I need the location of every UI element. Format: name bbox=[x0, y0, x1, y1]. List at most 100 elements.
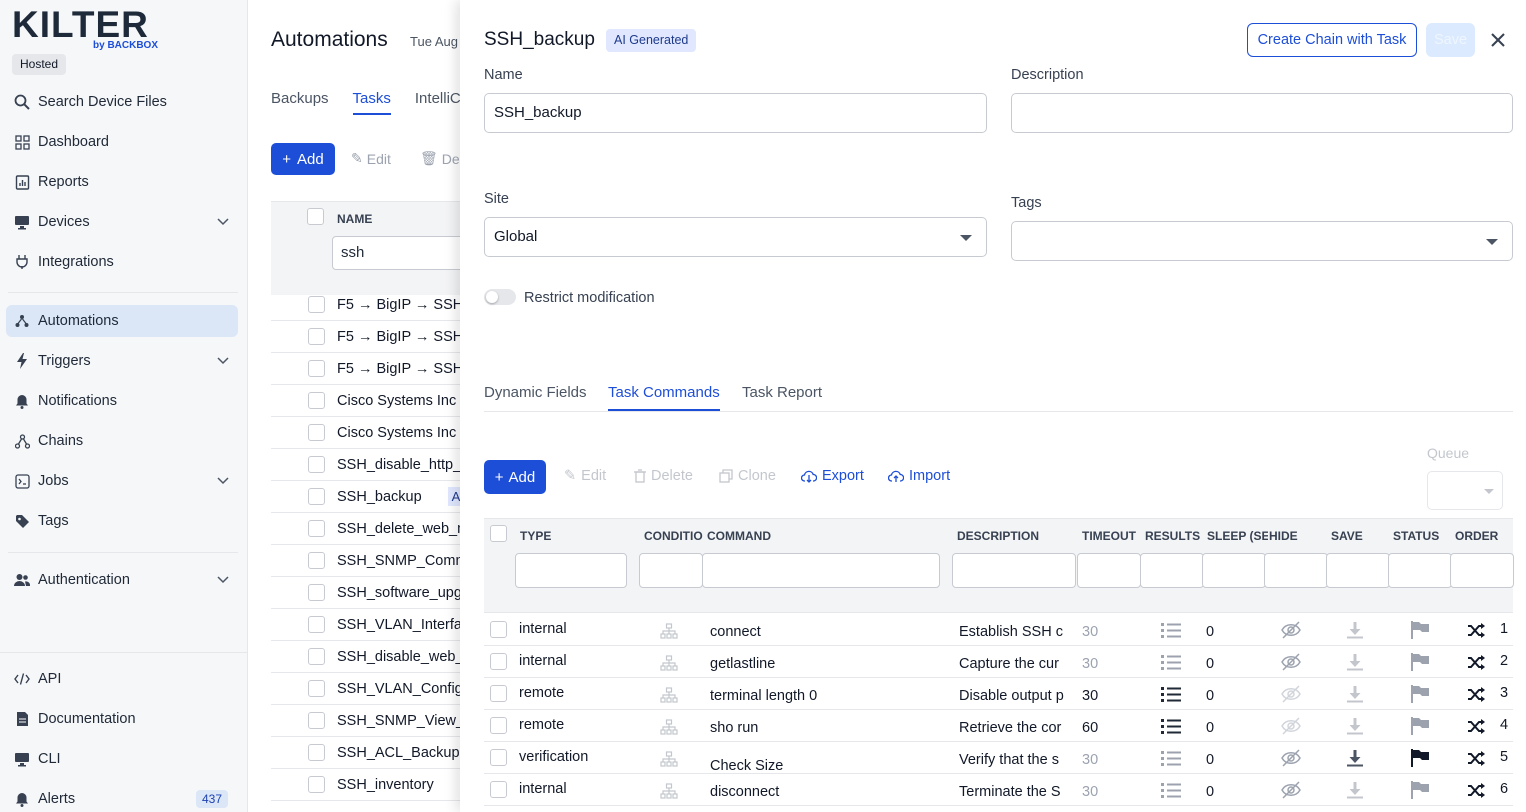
list-icon[interactable] bbox=[1161, 654, 1181, 671]
sidebar-item-integrations[interactable]: Integrations bbox=[6, 246, 238, 278]
type-filter-input[interactable] bbox=[515, 553, 627, 588]
column-timeout-header[interactable]: TIMEOUT bbox=[1082, 529, 1142, 543]
tab-dynamic-fields[interactable]: Dynamic Fields bbox=[484, 384, 587, 409]
table-row[interactable]: F5 → BigIP → SSH bbox=[271, 321, 460, 353]
column-command-header[interactable]: COMMAND bbox=[707, 529, 937, 543]
column-name-header[interactable]: NAME bbox=[337, 212, 372, 226]
eye-off-icon[interactable] bbox=[1281, 781, 1301, 799]
eye-off-icon[interactable] bbox=[1281, 621, 1301, 639]
import-commands-button[interactable]: Import bbox=[888, 468, 950, 484]
chevron-down-icon[interactable] bbox=[216, 474, 230, 488]
list-icon[interactable] bbox=[1161, 782, 1181, 799]
flag-icon[interactable] bbox=[1410, 684, 1430, 703]
shuffle-icon[interactable] bbox=[1467, 783, 1485, 798]
download-icon[interactable] bbox=[1346, 621, 1364, 639]
sidebar-item-dashboard[interactable]: Dashboard bbox=[6, 126, 238, 158]
sidebar-item-tags[interactable]: Tags bbox=[6, 505, 238, 537]
row-checkbox[interactable] bbox=[308, 296, 325, 313]
column-type-header[interactable]: TYPE bbox=[520, 529, 620, 543]
shuffle-icon[interactable] bbox=[1467, 655, 1485, 670]
flag-icon[interactable] bbox=[1410, 652, 1430, 671]
row-checkbox[interactable] bbox=[308, 584, 325, 601]
table-row[interactable]: Cisco Systems Inc bbox=[271, 417, 460, 449]
chevron-down-icon[interactable] bbox=[216, 354, 230, 368]
command-row[interactable]: remote terminal length 0 Disable output p 3… bbox=[484, 678, 1513, 710]
chevron-down-icon[interactable] bbox=[216, 573, 230, 587]
tab-task-commands[interactable]: Task Commands bbox=[608, 384, 720, 411]
table-row[interactable]: SSH_software_upg bbox=[271, 577, 460, 609]
command-row[interactable]: internal disconnect Terminate the S 30 0 6 bbox=[484, 774, 1513, 806]
select-all-commands-checkbox[interactable] bbox=[490, 525, 507, 542]
clone-command-button[interactable]: Clone bbox=[719, 468, 776, 484]
download-icon[interactable] bbox=[1346, 717, 1364, 735]
shuffle-icon[interactable] bbox=[1467, 751, 1485, 766]
row-checkbox[interactable] bbox=[308, 424, 325, 441]
list-icon[interactable] bbox=[1161, 718, 1181, 735]
tab-backups[interactable]: Backups bbox=[271, 90, 329, 115]
description-filter-input[interactable] bbox=[952, 553, 1076, 588]
table-row[interactable]: SSH_VLAN_Config bbox=[271, 673, 460, 705]
table-row[interactable]: SSH_inventoryAI bbox=[271, 769, 460, 801]
add-command-button[interactable]: + Add bbox=[484, 460, 546, 494]
row-checkbox[interactable] bbox=[308, 712, 325, 729]
row-checkbox[interactable] bbox=[490, 749, 507, 766]
row-checkbox[interactable] bbox=[308, 680, 325, 697]
command-filter-input[interactable] bbox=[702, 553, 940, 588]
table-row[interactable]: SSH_delete_web_m bbox=[271, 513, 460, 545]
sidebar-item-automations[interactable]: Automations bbox=[6, 305, 238, 337]
row-checkbox[interactable] bbox=[308, 648, 325, 665]
sidebar-item-search-device-files[interactable]: Search Device Files bbox=[6, 86, 238, 118]
description-input[interactable] bbox=[1011, 93, 1513, 133]
download-icon[interactable] bbox=[1346, 685, 1364, 703]
table-row[interactable]: Cisco Systems Inc bbox=[271, 385, 460, 417]
column-order-header[interactable]: ORDER bbox=[1455, 529, 1513, 543]
sidebar-item-devices[interactable]: Devices bbox=[6, 206, 238, 238]
close-icon[interactable] bbox=[1488, 28, 1508, 52]
sidebar-item-reports[interactable]: Reports bbox=[6, 166, 238, 198]
row-checkbox[interactable] bbox=[490, 685, 507, 702]
table-row[interactable]: SSH_SNMP_View_C bbox=[271, 705, 460, 737]
row-checkbox[interactable] bbox=[308, 520, 325, 537]
row-checkbox[interactable] bbox=[308, 392, 325, 409]
sleep-filter-input[interactable] bbox=[1202, 553, 1266, 588]
sidebar-item-cli[interactable]: CLI bbox=[6, 743, 238, 775]
delete-command-button[interactable]: Delete bbox=[634, 468, 693, 484]
sidebar-item-chains[interactable]: Chains bbox=[6, 425, 238, 457]
eye-off-icon[interactable] bbox=[1281, 653, 1301, 671]
name-filter-input[interactable]: ssh bbox=[332, 236, 460, 270]
tab-intellicheck[interactable]: IntelliC bbox=[415, 90, 460, 115]
row-checkbox[interactable] bbox=[490, 781, 507, 798]
sidebar-item-authentication[interactable]: Authentication bbox=[6, 564, 238, 596]
sidebar-item-api[interactable]: API bbox=[6, 663, 238, 695]
column-hide-header[interactable]: HIDE bbox=[1269, 529, 1329, 543]
list-icon[interactable] bbox=[1161, 750, 1181, 767]
table-row[interactable]: SSH_backup AI bbox=[271, 481, 460, 513]
flag-icon[interactable] bbox=[1410, 748, 1430, 767]
table-row[interactable]: SSH_disable_web_ bbox=[271, 641, 460, 673]
row-checkbox[interactable] bbox=[308, 456, 325, 473]
sidebar-item-alerts[interactable]: Alerts 437 bbox=[6, 783, 238, 812]
table-row[interactable]: SSH_disable_http_s bbox=[271, 449, 460, 481]
hide-filter-input[interactable] bbox=[1264, 553, 1328, 588]
site-select[interactable]: Global bbox=[484, 217, 987, 257]
table-row[interactable]: SSH_SNMP_Comm bbox=[271, 545, 460, 577]
sidebar-item-notifications[interactable]: Notifications bbox=[6, 385, 238, 417]
sidebar-item-jobs[interactable]: Jobs bbox=[6, 465, 238, 497]
save-button[interactable]: Save bbox=[1426, 23, 1475, 57]
status-filter-input[interactable] bbox=[1388, 553, 1452, 588]
download-icon[interactable] bbox=[1346, 749, 1364, 767]
eye-off-icon[interactable] bbox=[1281, 717, 1301, 735]
table-row[interactable]: F5 → BigIP → SSH bbox=[271, 289, 460, 321]
select-all-checkbox[interactable] bbox=[307, 208, 324, 225]
add-task-button[interactable]: + Add bbox=[271, 143, 335, 175]
column-description-header[interactable]: DESCRIPTION bbox=[957, 529, 1067, 543]
column-condition-header[interactable]: CONDITIO bbox=[644, 529, 706, 543]
create-chain-button[interactable]: Create Chain with Task bbox=[1247, 23, 1417, 57]
eye-off-icon[interactable] bbox=[1281, 685, 1301, 703]
name-input[interactable]: SSH_backup bbox=[484, 93, 987, 133]
tab-tasks[interactable]: Tasks bbox=[352, 90, 391, 115]
row-checkbox[interactable] bbox=[490, 653, 507, 670]
tags-select[interactable] bbox=[1011, 221, 1513, 261]
flag-icon[interactable] bbox=[1410, 716, 1430, 735]
queue-select[interactable] bbox=[1427, 471, 1503, 510]
